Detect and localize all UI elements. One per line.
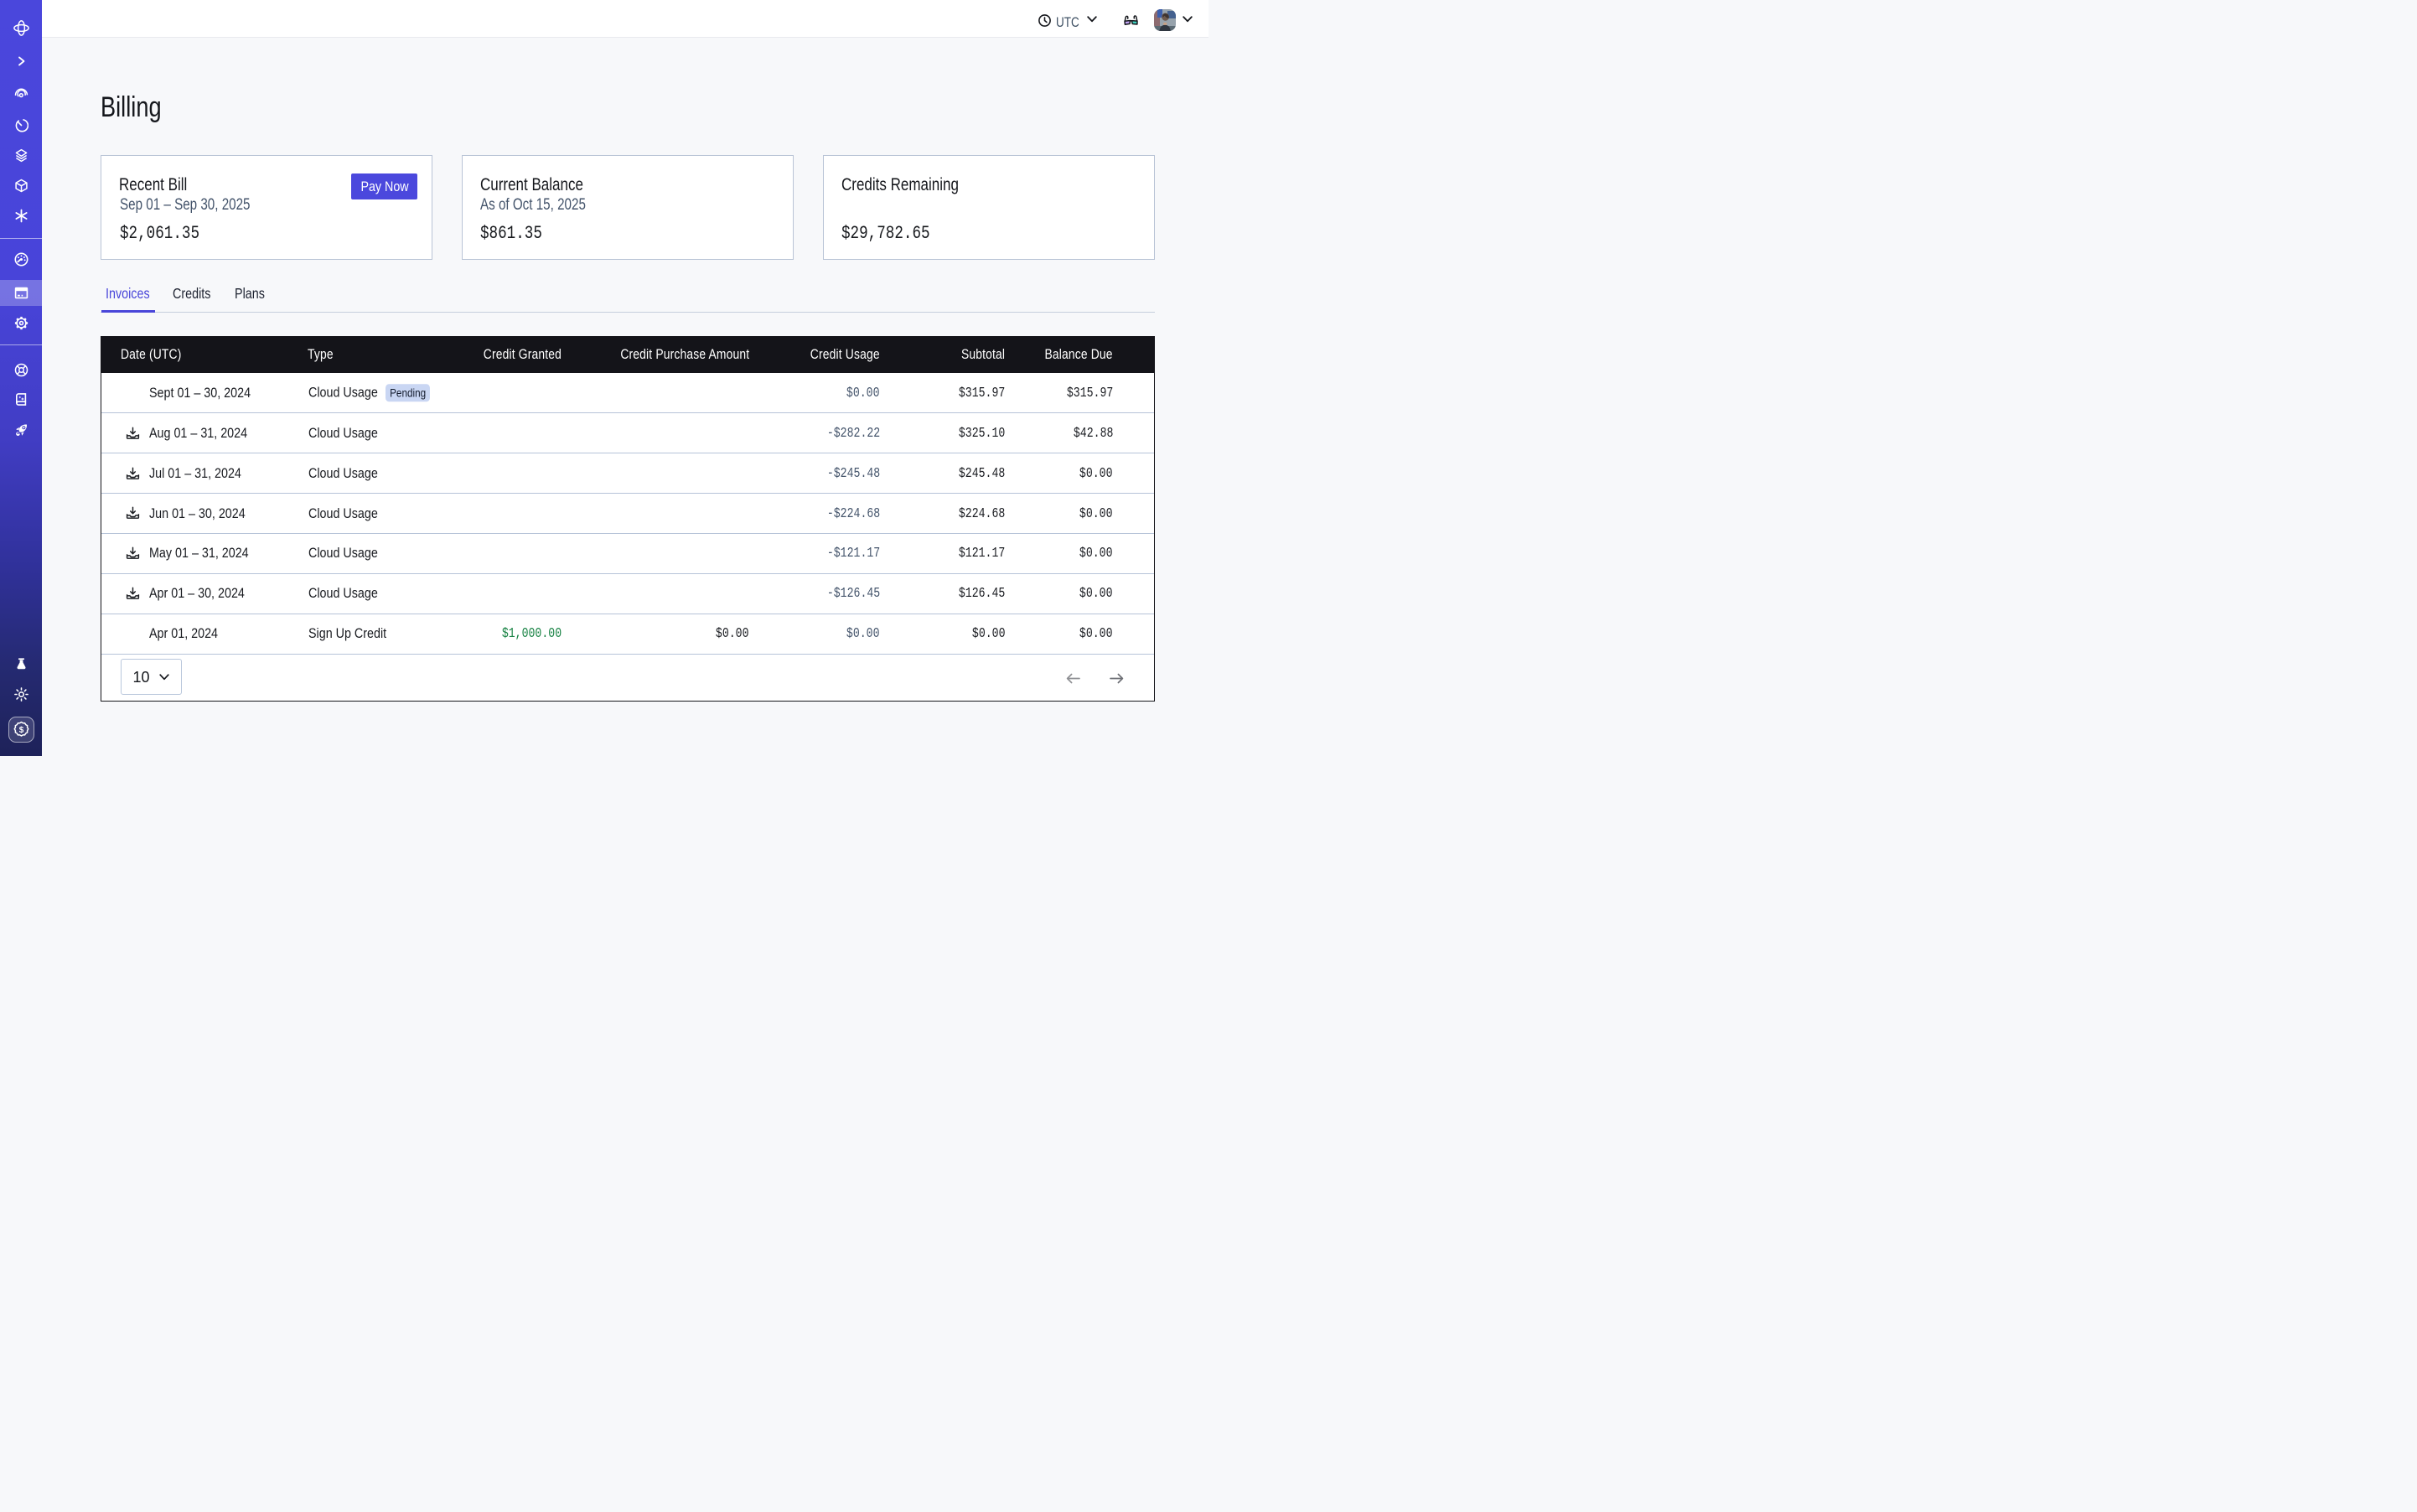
svg-text:$: $ [18, 726, 23, 735]
